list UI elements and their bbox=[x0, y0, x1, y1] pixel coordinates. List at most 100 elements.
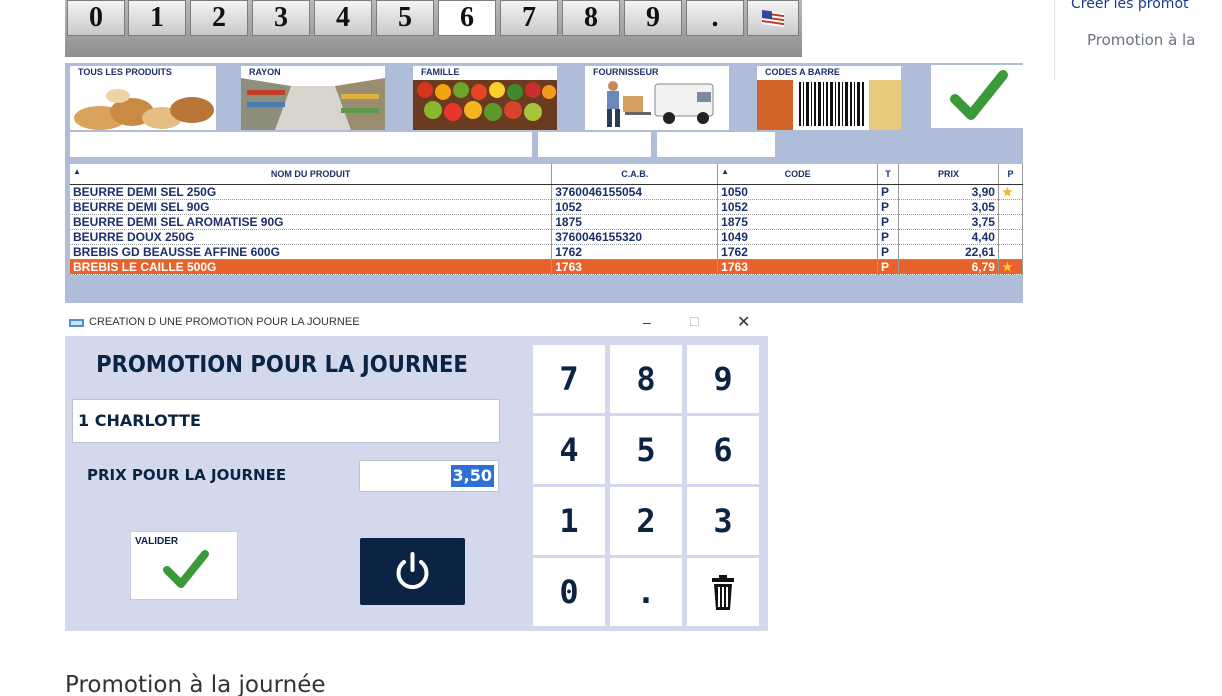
cell-name: BEURRE DOUX 250G bbox=[70, 229, 553, 245]
cell-type: P bbox=[877, 244, 900, 260]
category-all-products[interactable]: TOUS LES PRODUITS bbox=[70, 66, 216, 130]
keypad-0[interactable]: 0 bbox=[533, 558, 605, 626]
maximize-icon[interactable]: ☐ bbox=[689, 309, 700, 336]
confirm-button[interactable] bbox=[931, 65, 1023, 128]
product-name-field[interactable]: 1 CHARLOTTE bbox=[72, 399, 500, 443]
cell-promo: ★ bbox=[998, 184, 1024, 200]
column-header-p[interactable]: P bbox=[998, 164, 1024, 185]
search-code-field[interactable] bbox=[657, 132, 775, 157]
cell-code: 1875 bbox=[717, 214, 879, 230]
sidebar-item-day-promotion[interactable]: Promotion à la bbox=[1087, 31, 1195, 49]
power-button[interactable] bbox=[360, 538, 465, 605]
checkmark-icon bbox=[163, 550, 209, 588]
column-header-code[interactable]: ▲ CODE bbox=[717, 164, 879, 185]
keypad-decimal[interactable]: . bbox=[610, 558, 682, 626]
cell-promo bbox=[998, 199, 1024, 215]
cell-code: 1049 bbox=[717, 229, 879, 245]
cell-price: 3,05 bbox=[898, 199, 999, 215]
table-row[interactable]: BEURRE DEMI SEL 90G 1052 1052 P 3,05 bbox=[70, 199, 1024, 215]
close-icon[interactable]: ✕ bbox=[737, 309, 750, 336]
key-6[interactable]: 6 bbox=[438, 0, 496, 36]
dialog-titlebar: CREATION D UNE PROMOTION POUR LA JOURNEE… bbox=[65, 309, 768, 336]
search-name-field[interactable] bbox=[70, 132, 532, 157]
key-decimal[interactable]: . bbox=[686, 0, 744, 36]
cell-price: 3,75 bbox=[898, 214, 999, 230]
keypad-3[interactable]: 3 bbox=[687, 487, 759, 555]
column-header-prix[interactable]: PRIX bbox=[898, 164, 999, 185]
column-header-t[interactable]: T bbox=[877, 164, 900, 185]
minimize-icon[interactable]: – bbox=[643, 309, 651, 336]
key-4[interactable]: 4 bbox=[314, 0, 372, 36]
validate-button[interactable]: VALIDER bbox=[130, 531, 238, 600]
caption: Promotion à la journée bbox=[65, 672, 326, 696]
key-1[interactable]: 1 bbox=[128, 0, 186, 36]
bread-icon bbox=[74, 89, 214, 130]
cell-name: BEURRE DEMI SEL 90G bbox=[70, 199, 553, 215]
key-0[interactable]: 0 bbox=[67, 0, 125, 36]
keypad-7[interactable]: 7 bbox=[533, 345, 605, 413]
cell-code: 1050 bbox=[717, 184, 879, 200]
flag-icon bbox=[762, 10, 784, 28]
sidebar-link-create-promotions[interactable]: Créer les promot bbox=[1071, 0, 1189, 12]
cell-name: BREBIS GD BEAUSSE AFFINE 600G bbox=[70, 244, 553, 260]
keypad-9[interactable]: 9 bbox=[687, 345, 759, 413]
keypad-delete[interactable] bbox=[687, 558, 759, 626]
key-5[interactable]: 5 bbox=[376, 0, 434, 36]
keypad-2[interactable]: 2 bbox=[610, 487, 682, 555]
category-fournisseur[interactable]: FOURNISSEUR bbox=[585, 66, 729, 130]
checkmark-icon bbox=[950, 70, 1008, 120]
table-row[interactable]: BEURRE DEMI SEL 250G 3760046155054 1050 … bbox=[70, 184, 1024, 200]
table-row[interactable]: BEURRE DEMI SEL AROMATISE 90G 1875 1875 … bbox=[70, 214, 1024, 230]
app-icon bbox=[69, 319, 84, 327]
cell-code: 1052 bbox=[717, 199, 879, 215]
product-browser-panel: TOUS LES PRODUITS RAYON FAMILLE FOURNISS… bbox=[65, 63, 1024, 303]
category-barcodes[interactable]: CODES A BARRE bbox=[757, 66, 901, 130]
cell-name: BREBIS LE CAILLE 500G bbox=[70, 259, 553, 275]
cell-name: BEURRE DEMI SEL AROMATISE 90G bbox=[70, 214, 553, 230]
category-famille[interactable]: FAMILLE bbox=[413, 66, 557, 130]
dialog-title: CREATION D UNE PROMOTION POUR LA JOURNEE bbox=[89, 316, 360, 328]
table-row[interactable]: BEURRE DOUX 250G 3760046155320 1049 P 4,… bbox=[70, 229, 1024, 245]
fruits-vegetables-icon bbox=[413, 80, 557, 130]
table-row-selected[interactable]: BREBIS LE CAILLE 500G 1763 1763 P 6,79 ★ bbox=[70, 259, 1024, 275]
cell-code: 1763 bbox=[717, 259, 879, 275]
cell-code: 1762 bbox=[717, 244, 879, 260]
table-row[interactable]: BREBIS GD BEAUSSE AFFINE 600G 1762 1762 … bbox=[70, 244, 1024, 260]
column-header-cab[interactable]: C.A.B. bbox=[551, 164, 719, 185]
key-7[interactable]: 7 bbox=[500, 0, 558, 36]
cell-type: P bbox=[877, 229, 900, 245]
power-icon bbox=[396, 552, 429, 590]
dialog-heading: PROMOTION POUR LA JOURNEE bbox=[96, 352, 468, 378]
keypad-5[interactable]: 5 bbox=[610, 416, 682, 484]
key-9[interactable]: 9 bbox=[624, 0, 682, 36]
category-rayon[interactable]: RAYON bbox=[241, 66, 385, 130]
key-8[interactable]: 8 bbox=[562, 0, 620, 36]
cell-promo: ★ bbox=[998, 259, 1024, 275]
cell-cab: 3760046155320 bbox=[551, 229, 719, 245]
cell-price: 4,40 bbox=[898, 229, 999, 245]
keypad-4[interactable]: 4 bbox=[533, 416, 605, 484]
cell-type: P bbox=[877, 259, 900, 275]
cell-cab: 3760046155054 bbox=[551, 184, 719, 200]
cell-type: P bbox=[877, 214, 900, 230]
sidebar-divider bbox=[1054, 0, 1055, 80]
cell-promo bbox=[998, 214, 1024, 230]
product-table: ▲ NOM DU PRODUIT C.A.B. ▲ CODE T PRIX P … bbox=[70, 164, 1024, 275]
cell-cab: 1052 bbox=[551, 199, 719, 215]
star-icon: ★ bbox=[1001, 184, 1013, 199]
sort-arrow-icon: ▲ bbox=[73, 167, 81, 176]
keypad-1[interactable]: 1 bbox=[533, 487, 605, 555]
cell-price: 6,79 bbox=[898, 259, 999, 275]
search-cab-field[interactable] bbox=[538, 132, 651, 157]
key-2[interactable]: 2 bbox=[190, 0, 248, 36]
key-3[interactable]: 3 bbox=[252, 0, 310, 36]
column-header-name[interactable]: ▲ NOM DU PRODUIT bbox=[70, 164, 553, 185]
supermarket-aisle-icon bbox=[241, 78, 385, 130]
cell-price: 3,90 bbox=[898, 184, 999, 200]
keypad-8[interactable]: 8 bbox=[610, 345, 682, 413]
cell-cab: 1763 bbox=[551, 259, 719, 275]
price-input[interactable]: 3,50 bbox=[359, 460, 499, 492]
star-icon: ★ bbox=[1001, 259, 1013, 274]
keypad-6[interactable]: 6 bbox=[687, 416, 759, 484]
language-flag-button[interactable] bbox=[747, 0, 799, 36]
